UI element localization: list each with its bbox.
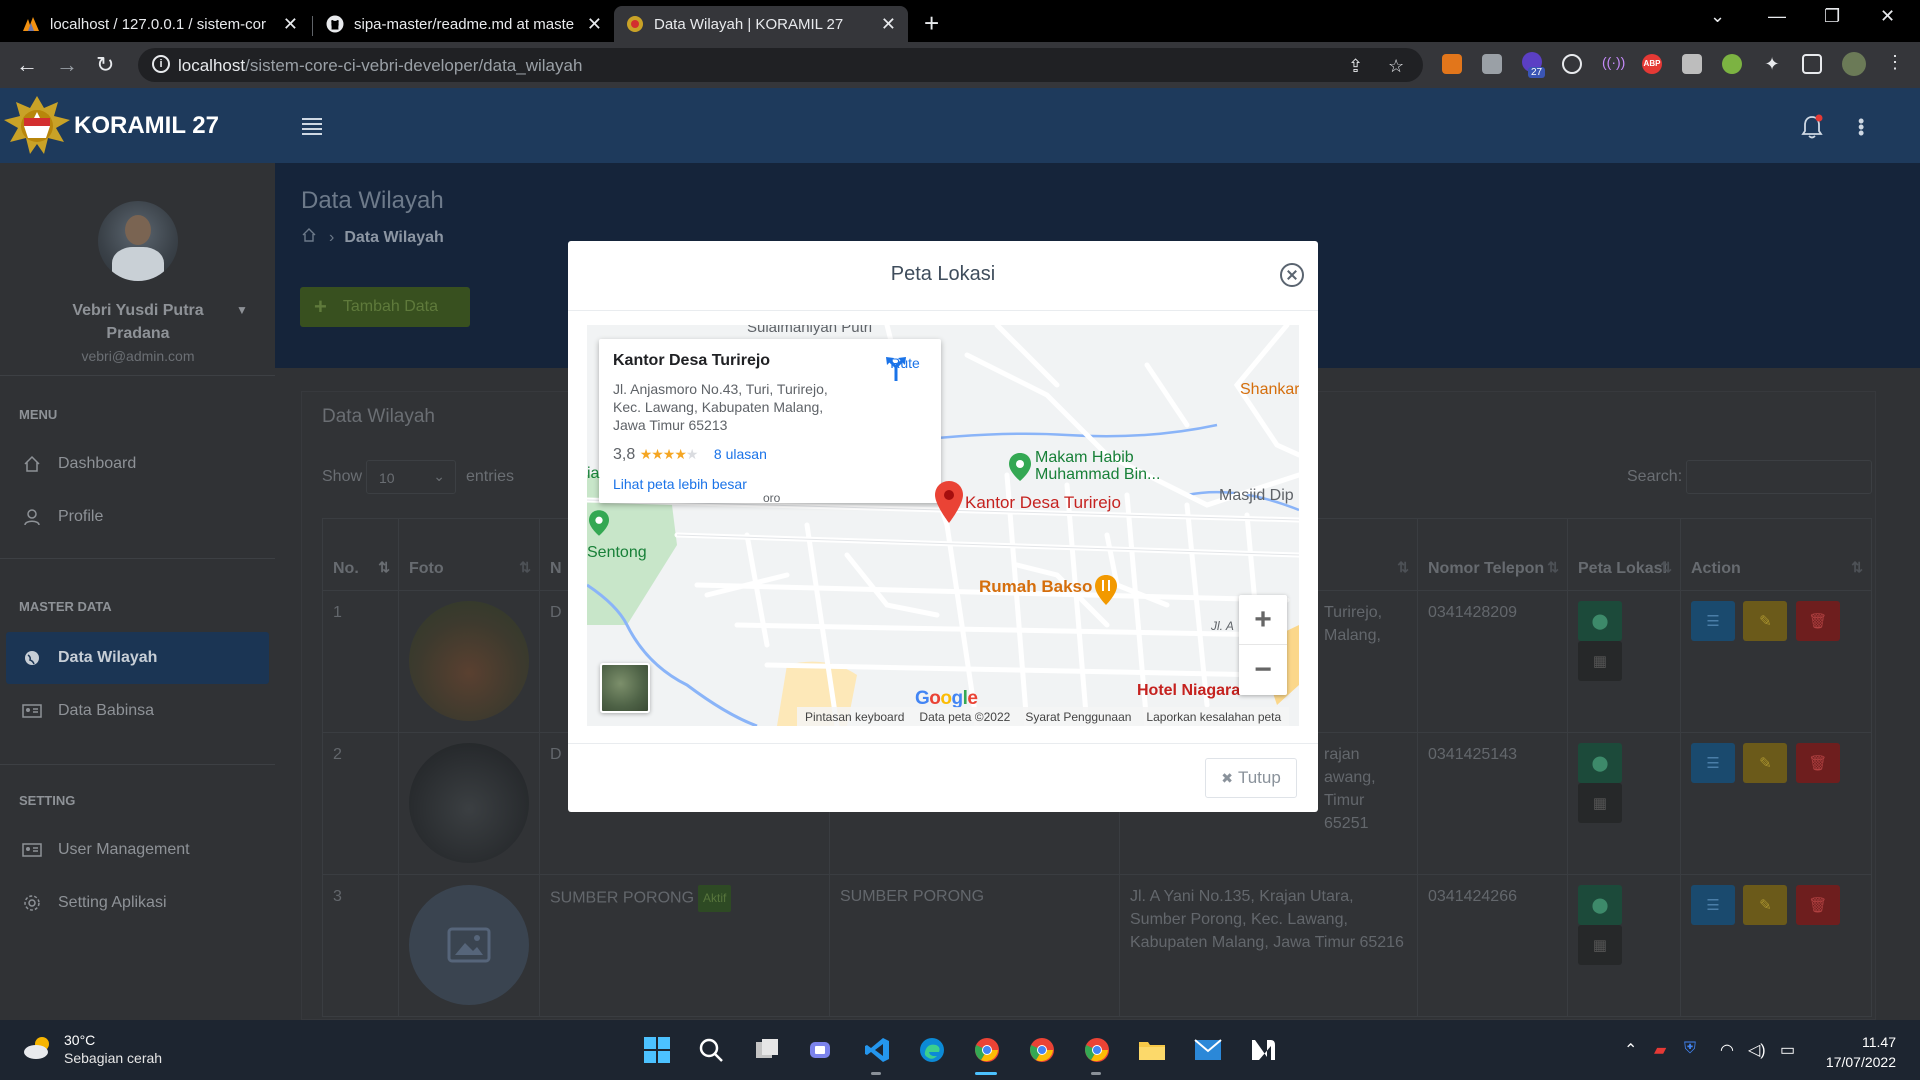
maximize-window-button[interactable]: ❐ (1824, 6, 1840, 27)
extension-wave-icon[interactable]: ((·)) (1602, 54, 1625, 74)
browser-tab-phpmyadmin[interactable]: localhost / 127.0.0.1 / sistem-cor ✕ (10, 6, 310, 42)
modal-divider (568, 743, 1318, 744)
google-map[interactable]: Kantor Desa Turirejo Jl. Anjasmoro No.43… (587, 325, 1299, 726)
reviews-link[interactable]: 8 ulasan (714, 446, 767, 462)
close-window-button[interactable]: ✕ (1880, 6, 1895, 27)
search-icon[interactable] (697, 1036, 725, 1064)
extension-icon[interactable] (1722, 54, 1742, 74)
map-label: Hotel Niagara (1137, 682, 1241, 699)
map-label: Rumah Bakso (979, 577, 1093, 596)
browser-tab-strip: localhost / 127.0.0.1 / sistem-cor ✕ sip… (0, 0, 1920, 42)
close-tab-icon[interactable]: ✕ (283, 14, 298, 35)
mail-icon[interactable] (1194, 1036, 1222, 1064)
minimize-window-button[interactable]: — (1768, 6, 1786, 27)
directions-button[interactable]: Rute (884, 355, 926, 381)
site-info-icon[interactable]: i (152, 55, 170, 73)
partly-cloudy-icon (22, 1034, 56, 1065)
wifi-icon[interactable]: ◠ (1720, 1040, 1734, 1060)
task-view-icon[interactable] (753, 1036, 781, 1064)
reload-icon[interactable]: ↻ (96, 52, 114, 78)
place-rating: 3,8 ★★★★★ 8 ulasan (613, 446, 767, 463)
map-label: Sulaimaniyah Putri (747, 325, 873, 336)
forward-arrow-icon[interactable]: → (56, 52, 78, 78)
map-label: Shankar (1240, 381, 1299, 398)
bookmark-star-icon[interactable]: ☆ (1388, 56, 1404, 77)
volume-icon[interactable]: ◁) (1748, 1040, 1766, 1060)
new-tab-button[interactable]: + (924, 8, 939, 39)
close-modal-button[interactable]: ✖ Tutup (1205, 758, 1297, 798)
chrome-menu-icon[interactable]: ⋮ (1886, 52, 1904, 73)
map-marker-label: Kantor Desa Turirejo (965, 493, 1121, 512)
running-indicator (871, 1072, 881, 1075)
modal-title: Peta Lokasi (890, 263, 996, 285)
terms-link[interactable]: Syarat Penggunaan (1025, 710, 1131, 724)
browser-toolbar: ← → ↻ i localhost/sistem-core-ci-vebri-d… (0, 42, 1920, 88)
notion-like-app-icon[interactable] (1249, 1036, 1277, 1064)
back-arrow-icon[interactable]: ← (16, 52, 38, 78)
metamask-extension-icon[interactable] (1442, 54, 1462, 74)
zoom-out-button[interactable]: − (1239, 645, 1287, 695)
close-icon[interactable] (1280, 263, 1304, 287)
phpmyadmin-favicon-icon (22, 15, 40, 33)
close-icon: ✖ (1221, 769, 1233, 786)
chrome-icon[interactable] (973, 1036, 1001, 1064)
adblock-plus-icon[interactable]: ABP (1642, 54, 1662, 74)
keyboard-shortcuts-link[interactable]: Pintasan keyboard (805, 710, 904, 724)
file-explorer-icon[interactable] (1138, 1036, 1166, 1064)
edge-browser-icon[interactable] (918, 1036, 946, 1064)
extension-badge-count: 27 (1528, 67, 1546, 78)
windows-start-icon[interactable] (643, 1036, 671, 1064)
active-indicator (975, 1072, 997, 1075)
show-hidden-icons-chevron-icon[interactable]: ⌃ (1624, 1040, 1637, 1060)
place-address: Jl. Anjasmoro No.43, Turi, Turirejo, Kec… (613, 381, 828, 433)
map-label: ia (587, 465, 600, 482)
teams-chat-icon[interactable] (808, 1036, 836, 1064)
star-rating-icon: ★★★★★ (639, 446, 699, 462)
map-modal: Peta Lokasi Kantor Desa Turirejo Jl. Anj… (568, 241, 1318, 812)
lightbulb-extension-icon[interactable] (1562, 54, 1582, 74)
place-info-window: Kantor Desa Turirejo Jl. Anjasmoro No.43… (599, 339, 941, 503)
weather-widget[interactable]: 30°C Sebagian cerah (22, 1032, 162, 1066)
tab-separator (312, 16, 313, 36)
side-panel-icon[interactable] (1802, 54, 1822, 74)
address-bar[interactable]: i localhost/sistem-core-ci-vebri-develop… (138, 48, 1423, 82)
close-tab-icon[interactable]: ✕ (587, 14, 602, 35)
map-label: Sentong (587, 544, 647, 561)
map-attribution: Pintasan keyboard Data peta ©2022 Syarat… (797, 707, 1290, 726)
security-shield-icon[interactable]: ⛨ (1684, 1040, 1696, 1058)
browser-tab-github[interactable]: sipa-master/readme.md at maste ✕ (314, 6, 614, 42)
map-label: oro (763, 491, 781, 505)
chrome-profile-icon[interactable] (1083, 1036, 1111, 1064)
place-name: Kantor Desa Turirejo (613, 352, 771, 369)
tray-app-icon[interactable]: ▰ (1654, 1040, 1666, 1060)
running-indicator (1091, 1072, 1101, 1075)
map-data-label: Data peta ©2022 (919, 709, 1011, 724)
extension-icon[interactable] (1682, 54, 1702, 74)
share-icon[interactable]: ⇪ (1348, 56, 1363, 77)
profile-avatar[interactable] (1842, 52, 1866, 76)
chrome-profile-icon[interactable] (1028, 1036, 1056, 1064)
tab-search-chevron-icon[interactable]: ⌄ (1710, 6, 1725, 27)
extensions-puzzle-icon[interactable]: ✦ (1762, 54, 1782, 74)
browser-tab-data-wilayah[interactable]: Data Wilayah | KORAMIL 27 ✕ (614, 6, 908, 42)
map-label: Jl. A (1211, 619, 1234, 633)
windows-taskbar: 30°C Sebagian cerah ⌃ ▰ ⛨ ◠ ◁) ▭ 11.47 1… (0, 1020, 1920, 1080)
map-label: Masjid Dip (1219, 487, 1294, 504)
koramil-favicon-icon (626, 15, 644, 33)
vscode-icon[interactable] (863, 1036, 891, 1064)
satellite-toggle-button[interactable] (600, 663, 650, 713)
github-favicon-icon (326, 15, 344, 33)
close-tab-icon[interactable]: ✕ (881, 14, 896, 35)
system-clock[interactable]: 11.47 17/07/2022 (1818, 1032, 1896, 1072)
extension-icon[interactable] (1482, 54, 1502, 74)
map-zoom-control: + − (1239, 595, 1287, 695)
zoom-in-button[interactable]: + (1239, 595, 1287, 645)
battery-icon[interactable]: ▭ (1780, 1040, 1795, 1060)
report-error-link[interactable]: Laporkan kesalahan peta (1146, 710, 1281, 724)
url-text[interactable]: localhost/sistem-core-ci-vebri-developer… (178, 56, 582, 76)
modal-divider (568, 310, 1318, 311)
view-larger-map-link[interactable]: Lihat peta lebih besar (613, 476, 747, 492)
